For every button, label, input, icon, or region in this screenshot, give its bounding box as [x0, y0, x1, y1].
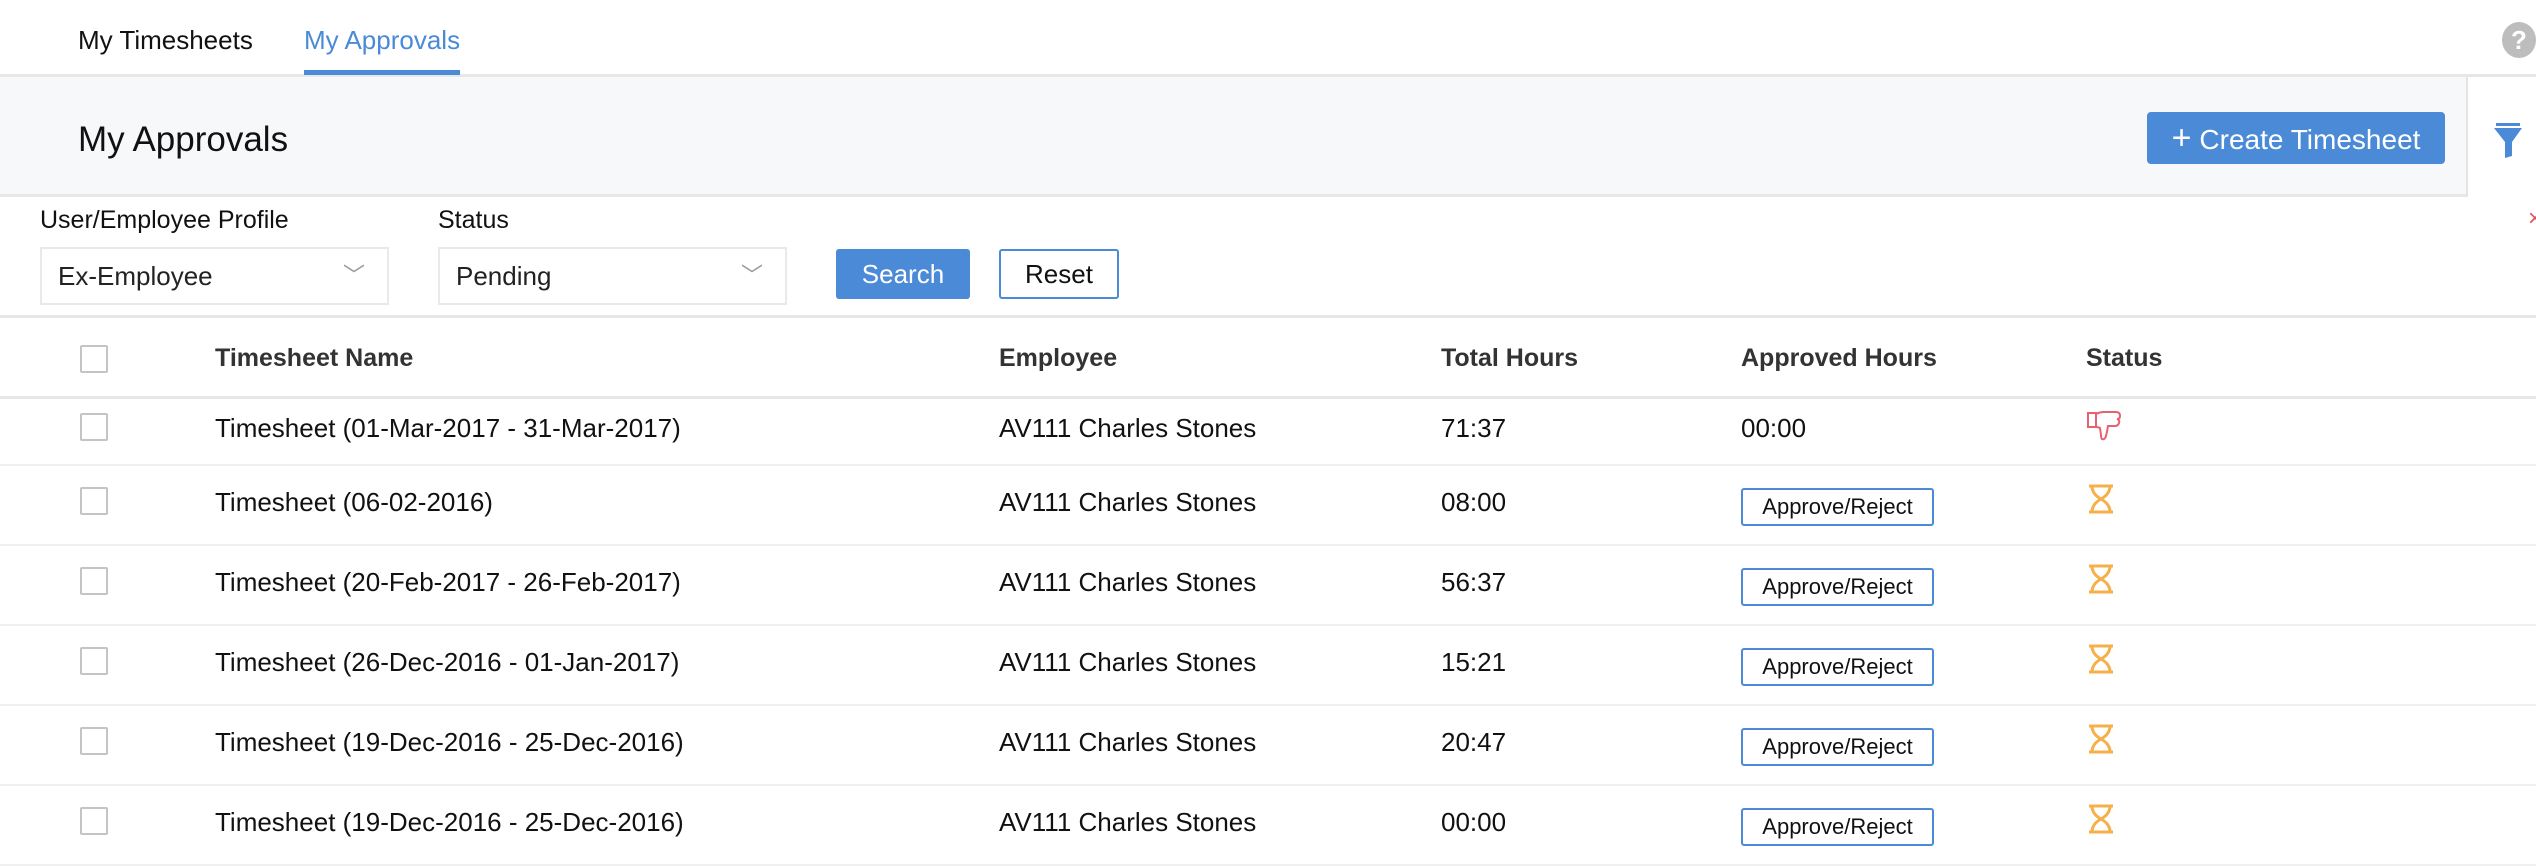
column-header-approved-hours[interactable]: Approved Hours	[1741, 344, 1937, 373]
approve-reject-button[interactable]: Approve/Reject	[1741, 568, 1934, 606]
chevron-down-icon: ﹀	[740, 263, 763, 288]
help-icon[interactable]: ?	[2502, 22, 2536, 58]
hourglass-icon	[2086, 644, 2116, 679]
chevron-down-icon: ﹀	[342, 263, 365, 288]
divider	[0, 315, 2536, 318]
profile-label: User/Employee Profile	[40, 206, 289, 234]
total-hours: 15:21	[1441, 647, 1507, 677]
row-checkbox[interactable]	[80, 413, 108, 441]
employee-name: AV111 Charles Stones	[999, 727, 1257, 757]
page-title: My Approvals	[78, 120, 289, 159]
hourglass-icon	[2086, 804, 2116, 839]
timesheet-name[interactable]: Timesheet (26-Dec-2016 - 01-Jan-2017)	[215, 647, 679, 677]
select-all-checkbox[interactable]	[80, 345, 108, 373]
approve-reject-button[interactable]: Approve/Reject	[1741, 648, 1934, 686]
plus-icon: +	[2171, 119, 2192, 157]
row-checkbox[interactable]	[80, 647, 108, 675]
total-hours: 20:47	[1441, 727, 1507, 757]
approve-reject-button[interactable]: Approve/Reject	[1741, 728, 1934, 766]
total-hours: 08:00	[1441, 487, 1507, 517]
tab-my-approvals[interactable]: My Approvals	[304, 22, 461, 75]
hourglass-icon	[2086, 484, 2116, 519]
create-timesheet-label: Create Timesheet	[2199, 124, 2421, 155]
employee-name: AV111 Charles Stones	[999, 567, 1257, 597]
approve-reject-button[interactable]: Approve/Reject	[1741, 488, 1934, 526]
status-label: Status	[438, 206, 509, 234]
timesheet-name[interactable]: Timesheet (01-Mar-2017 - 31-Mar-2017)	[215, 413, 681, 443]
profile-value: Ex-Employee	[58, 261, 213, 291]
reset-button[interactable]: Reset	[999, 249, 1119, 299]
profile-select[interactable]: Ex-Employee ﹀	[40, 247, 389, 305]
close-icon[interactable]: ×	[2528, 205, 2536, 233]
column-header-status[interactable]: Status	[2086, 344, 2162, 373]
employee-name: AV111 Charles Stones	[999, 487, 1257, 517]
column-header-total-hours[interactable]: Total Hours	[1441, 344, 1578, 373]
timesheet-name[interactable]: Timesheet (20-Feb-2017 - 26-Feb-2017)	[215, 567, 681, 597]
row-checkbox[interactable]	[80, 807, 108, 835]
filter-icon[interactable]	[2494, 122, 2522, 163]
status-value: Pending	[456, 261, 552, 291]
total-hours: 56:37	[1441, 567, 1507, 597]
column-header-name[interactable]: Timesheet Name	[215, 344, 413, 373]
hourglass-icon	[2086, 564, 2116, 599]
tab-my-timesheets[interactable]: My Timesheets	[78, 22, 253, 70]
employee-name: AV111 Charles Stones	[999, 647, 1257, 677]
hourglass-icon	[2086, 724, 2116, 759]
approved-hours: 00:00	[1741, 413, 1807, 443]
timesheet-name[interactable]: Timesheet (19-Dec-2016 - 25-Dec-2016)	[215, 727, 684, 757]
row-checkbox[interactable]	[80, 487, 108, 515]
employee-name: AV111 Charles Stones	[999, 807, 1257, 837]
total-hours: 00:00	[1441, 807, 1507, 837]
row-checkbox[interactable]	[80, 727, 108, 755]
page-header	[0, 77, 2468, 197]
column-header-employee[interactable]: Employee	[999, 344, 1117, 373]
thumbs-down-icon	[2086, 410, 2122, 447]
timesheet-name[interactable]: Timesheet (19-Dec-2016 - 25-Dec-2016)	[215, 807, 684, 837]
timesheet-name[interactable]: Timesheet (06-02-2016)	[215, 487, 493, 517]
employee-name: AV111 Charles Stones	[999, 413, 1257, 443]
status-select[interactable]: Pending ﹀	[438, 247, 787, 305]
search-button[interactable]: Search	[836, 249, 970, 299]
create-timesheet-button[interactable]: + Create Timesheet	[2147, 112, 2445, 164]
total-hours: 71:37	[1441, 413, 1507, 443]
approve-reject-button[interactable]: Approve/Reject	[1741, 808, 1934, 846]
row-checkbox[interactable]	[80, 567, 108, 595]
